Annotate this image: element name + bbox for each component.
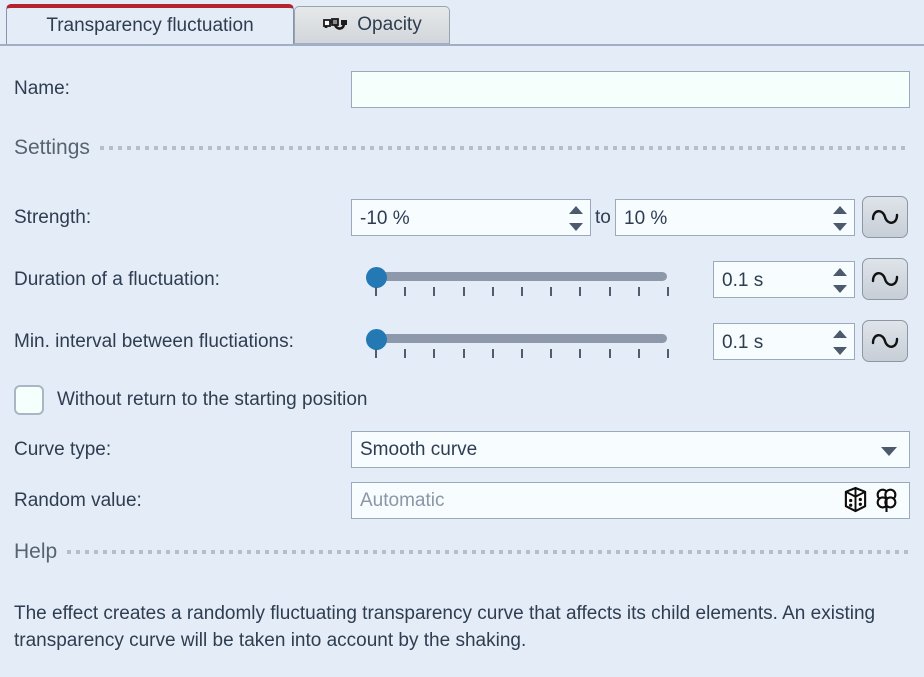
strength-range-separator: to [595,207,611,228]
slider-tick [462,349,465,358]
tab-strip: Transparency fluctuation Opacity [0,0,924,46]
help-text: The effect creates a randomly fluctuatin… [14,603,876,651]
slider-tick [491,287,494,296]
slider-tick [433,349,436,358]
stepper-up-icon[interactable] [833,206,847,214]
name-input[interactable] [351,71,910,108]
curve-type-dropdown[interactable]: Smooth curve [351,431,910,468]
slider-tick [667,287,669,296]
settings-section-header: Settings [14,136,910,160]
stepper-down-icon[interactable] [833,285,847,293]
strength-from-spinbox[interactable]: -10 % [351,199,591,236]
dice-icon[interactable] [843,486,868,513]
interval-slider-handle[interactable] [366,329,387,350]
slider-tick [608,349,611,358]
slider-tick [637,287,640,296]
slider-tick [550,287,553,296]
interval-slider-track[interactable] [371,334,667,343]
slider-tick [579,287,582,296]
duration-sine-wave-button[interactable] [862,258,908,300]
sine-wave-icon [870,268,900,290]
slider-tick [550,349,553,358]
slider-tick [579,349,582,358]
strength-from-value: -10 % [360,208,410,229]
random-value-field[interactable]: Automatic [351,482,910,519]
interval-slider-ticks [375,349,669,359]
duration-slider-ticks [375,287,669,297]
interval-stepper[interactable] [833,330,847,355]
settings-section-title: Settings [14,136,90,159]
sine-wave-icon [870,206,900,228]
duration-slider[interactable] [365,263,675,303]
strength-to-spinbox[interactable]: 10 % [615,199,855,236]
random-value-actions [843,486,899,513]
settings-section-divider [99,146,910,150]
slider-tick [491,349,494,358]
help-section-divider [67,550,910,554]
stepper-up-icon[interactable] [833,330,847,338]
stepper-down-icon[interactable] [569,223,583,231]
help-section-title: Help [14,540,58,563]
interval-spinbox[interactable]: 0.1 s [713,323,855,360]
tab-opacity-label: Opacity [357,14,422,35]
slider-tick [608,287,611,296]
strength-to-value: 10 % [624,208,668,229]
stepper-up-icon[interactable] [833,268,847,276]
slider-tick [375,349,377,358]
slider-tick [637,349,640,358]
duration-value: 0.1 s [722,270,764,291]
interval-label: Min. interval between fluctiations: [14,331,294,352]
tab-opacity[interactable]: Opacity [294,6,450,44]
name-label: Name: [14,78,70,99]
curve-type-value: Smooth curve [360,439,478,460]
clover-icon[interactable] [874,486,899,513]
tab-transparency-fluctuation[interactable]: Transparency fluctuation [6,4,294,44]
duration-slider-handle[interactable] [366,267,387,288]
duration-spinbox[interactable]: 0.1 s [713,261,855,298]
random-value-label: Random value: [14,490,142,511]
slider-tick [462,287,465,296]
slider-tick [521,349,523,358]
slider-tick [404,349,407,358]
duration-stepper[interactable] [833,268,847,293]
slider-tick [404,287,407,296]
slider-tick [521,287,523,296]
chevron-down-icon[interactable] [881,447,897,456]
stepper-down-icon[interactable] [833,347,847,355]
slider-tick [375,287,377,296]
interval-sine-wave-button[interactable] [862,320,908,362]
tab-baseline [0,44,924,46]
strength-to-stepper[interactable] [833,206,847,231]
strength-label: Strength: [14,207,92,228]
slider-tick [667,349,669,358]
interval-value: 0.1 s [722,332,764,353]
without-return-checkbox[interactable] [14,385,44,415]
stepper-down-icon[interactable] [833,223,847,231]
strength-from-stepper[interactable] [569,206,583,231]
slider-tick [433,287,436,296]
without-return-checkbox-label: Without return to the starting position [57,389,368,410]
duration-label: Duration of a fluctuation: [14,269,220,290]
stepper-up-icon[interactable] [569,206,583,214]
curve-type-label: Curve type: [14,439,112,460]
strength-sine-wave-button[interactable] [862,196,908,238]
random-value-placeholder: Automatic [360,490,445,511]
opacity-curve-icon [322,14,348,36]
sine-wave-icon [870,330,900,352]
help-section-header: Help [14,540,910,564]
without-return-checkbox-row[interactable]: Without return to the starting position [14,385,368,415]
interval-slider[interactable] [365,325,675,365]
tab-transparency-fluctuation-label: Transparency fluctuation [46,15,254,36]
duration-slider-track[interactable] [371,272,667,281]
